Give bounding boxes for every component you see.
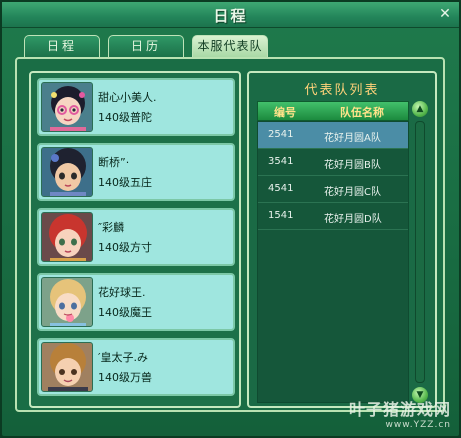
watermark: 叶子猪游戏网 www.YZZ.cn [349, 396, 451, 430]
player-name: 甜心小美人. [98, 91, 157, 104]
player-card[interactable]: 甜心小美人. 140级普陀 [37, 78, 235, 136]
player-avatar [41, 82, 93, 132]
player-card[interactable]: ′皇太子.み 140级万兽 [37, 338, 235, 396]
table-row[interactable]: 3541 花好月圆B队 [258, 149, 408, 176]
team-code: 3541 [268, 156, 294, 167]
player-avatar [41, 212, 93, 262]
window-title: 日程 [213, 7, 248, 25]
player-card[interactable]: 花好球王. 140级魔王 [37, 273, 235, 331]
watermark-logo: 叶子猪游戏网 [348, 400, 451, 419]
schedule-window: 日程 ✕ 日程 日历 本服代表队 甜心小美人. 140级普陀 断桥”· 140级… [0, 0, 461, 438]
team-list-panel: 代表队列表 编号 队伍名称 2541 花好月圆A队 3541 花好月圆B队 45… [247, 71, 437, 408]
scroll-up-icon[interactable]: ▲ [412, 101, 428, 117]
table-row[interactable]: 2541 花好月圆A队 [258, 122, 408, 149]
team-name: 花好月圆B队 [324, 160, 381, 171]
player-card[interactable]: ″彩麟 140级方寸 [37, 208, 235, 266]
list-header: 编号 队伍名称 [257, 101, 409, 121]
team-name: 花好月圆D队 [324, 214, 382, 225]
player-level: 140级万兽 [98, 371, 152, 384]
team-list-title: 代表队列表 [304, 83, 380, 98]
player-level: 140级魔王 [98, 306, 152, 319]
player-avatar [41, 277, 93, 327]
tab-calendar[interactable]: 日历 [108, 35, 184, 57]
table-row[interactable]: 1541 花好月圆D队 [258, 203, 408, 230]
team-code: 1541 [268, 210, 294, 221]
player-level: 140级五庄 [98, 176, 152, 189]
list-scrollbar[interactable]: ▲ ▼ [411, 101, 429, 403]
player-name: 断桥”· [98, 156, 130, 169]
tab-server-team[interactable]: 本服代表队 [192, 35, 268, 57]
column-header-code[interactable]: 编号 [274, 104, 296, 120]
content-panel: 甜心小美人. 140级普陀 断桥”· 140级五庄 ″彩麟 140级方寸 花好球… [15, 57, 445, 412]
player-name: 花好球王. [98, 286, 146, 299]
close-icon[interactable]: ✕ [437, 6, 453, 22]
player-card[interactable]: 断桥”· 140级五庄 [37, 143, 235, 201]
watermark-url: www.YZZ.cn [385, 420, 451, 430]
player-level: 140级方寸 [98, 241, 152, 254]
player-level: 140级普陀 [98, 111, 152, 124]
team-code: 2541 [268, 129, 294, 140]
scrollbar-track[interactable] [415, 121, 425, 383]
player-name: ′皇太子.み [98, 351, 148, 364]
team-list: 2541 花好月圆A队 3541 花好月圆B队 4541 花好月圆C队 1541… [257, 121, 409, 403]
title-bar[interactable]: 日程 ✕ [2, 2, 459, 28]
player-avatar [41, 147, 93, 197]
player-name: ″彩麟 [98, 221, 125, 234]
player-avatar [41, 342, 93, 392]
player-list: 甜心小美人. 140级普陀 断桥”· 140级五庄 ″彩麟 140级方寸 花好球… [29, 71, 241, 408]
team-name: 花好月圆C队 [324, 187, 381, 198]
tab-schedule[interactable]: 日程 [24, 35, 100, 57]
team-code: 4541 [268, 183, 294, 194]
table-row[interactable]: 4541 花好月圆C队 [258, 176, 408, 203]
team-name: 花好月圆A队 [324, 133, 381, 144]
column-header-team[interactable]: 队伍名称 [340, 104, 384, 120]
